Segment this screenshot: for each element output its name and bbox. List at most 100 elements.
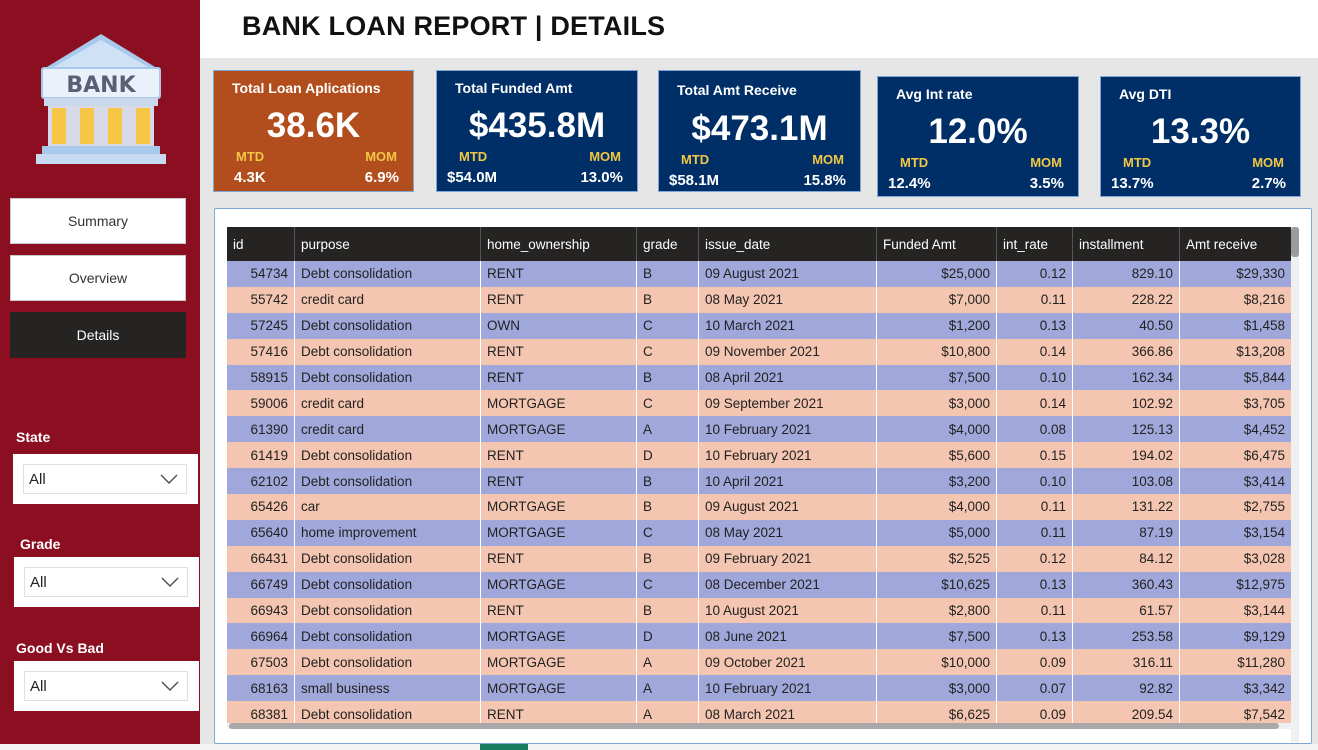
vertical-scrollbar-thumb[interactable] [1291,227,1299,257]
table-row[interactable]: 65640 home improvement MORTGAGE C 08 May 202… [227,519,1291,546]
cell-id: 66943 [227,597,295,624]
cell-funded-amount: $3,000 [877,390,997,417]
column-header-issue-date[interactable]: issue_date [699,227,877,261]
page-title: BANK LOAN REPORT | DETAILS [242,11,666,41]
good-vs-bad-dropdown[interactable]: All [24,671,188,701]
cell-grade: C [637,338,699,365]
cell-installment: 360.43 [1073,571,1180,598]
table-row[interactable]: 58915 Debt consolidation RENT B 08 April 202… [227,364,1291,391]
cell-int-rate: 0.13 [997,312,1073,339]
kpi-mom-value: 3.5% [1029,175,1064,192]
cell-amount-received: $2,755 [1243,499,1285,515]
table-row[interactable]: 61390 credit card MORTGAGE A 10 February 202… [227,416,1291,443]
cell-funded-amount: $7,500 [877,623,997,650]
table-row[interactable]: 62102 Debt consolidation RENT B 10 April 202… [227,468,1291,495]
table-row[interactable]: 67503 Debt consolidation MORTGAGE A 09 Octob… [227,649,1291,676]
grade-dropdown[interactable]: All [24,567,188,597]
column-header-purpose[interactable]: purpose [295,227,481,261]
cell-amount-received: $6,475 [1243,447,1285,463]
kpi-mtd-label: MTD [681,152,710,167]
cell-funded-amount: $10,000 [877,649,997,676]
cell-amount-received: $5,844 [1243,370,1285,385]
cell-installment: 87.19 [1073,519,1180,546]
bank-icon: BANK [36,34,166,164]
column-header-id[interactable]: id [227,227,295,261]
cell-grade: C [637,519,699,546]
column-header-int-rate[interactable]: int_rate [997,227,1073,261]
cell-purpose: Debt consolidation [295,364,481,391]
cell-purpose: Debt consolidation [295,623,481,650]
cell-funded-amount: $4,000 [877,416,997,443]
table-row[interactable]: 54734 Debt consolidation RENT B 09 August 20… [227,261,1291,287]
cell-grade: A [637,675,699,702]
cell-id: 59006 [227,390,295,417]
cell-home-ownership: RENT [481,442,637,469]
cell-int-rate: 0.07 [997,675,1073,702]
column-header-home-ownership[interactable]: home_ownership [481,227,637,261]
kpi-value: 13.3% [1150,112,1251,151]
kpi-total-funded-amount: Total Funded Amt $435.8M MTD MOM $54.0M … [436,70,638,192]
details-nav-label: Details [76,327,120,343]
cell-home-ownership: MORTGAGE [481,416,637,443]
kpi-total-amount-received: Total Amt Receive $473.1M MTD MOM $58.1M… [658,70,861,192]
cell-installment: 92.82 [1073,675,1180,702]
cell-purpose: credit card [295,390,481,417]
state-dropdown[interactable]: All [23,464,187,494]
cell-amount-received: $9,129 [1243,628,1285,644]
cell-int-rate: 0.15 [997,442,1073,469]
table-row[interactable]: 66943 Debt consolidation RENT B 10 August 20… [227,597,1291,624]
cell-grade: A [637,416,699,443]
cell-funded-amount: $2,525 [877,545,997,572]
cell-grade: B [637,261,699,287]
table-row[interactable]: 61419 Debt consolidation RENT D 10 February … [227,442,1291,469]
column-header-installment[interactable]: installment [1073,227,1180,261]
cell-purpose: small business [295,675,481,702]
active-page-tab[interactable] [480,744,528,750]
cell-purpose: home improvement [295,519,481,546]
details-nav-button[interactable]: Details [10,312,186,358]
column-header-funded-amount[interactable]: Funded Amt [877,227,997,261]
cell-issue-date: 08 December 2021 [699,571,877,598]
cell-issue-date: 10 March 2021 [699,312,877,339]
summary-nav-button[interactable]: Summary [10,198,186,244]
cell-grade: B [637,468,699,495]
cell-home-ownership: MORTGAGE [481,675,637,702]
table-row[interactable]: 68163 small business MORTGAGE A 10 February … [227,675,1291,702]
kpi-mtd-value: $54.0M [447,169,498,186]
kpi-total-loan-applications: Total Loan Aplications 38.6K MTD MOM 4.3… [213,70,414,192]
table-row[interactable]: 57245 Debt consolidation OWN C 10 March 2021… [227,312,1291,339]
horizontal-scrollbar-thumb[interactable] [229,723,1279,729]
table-row[interactable]: 66749 Debt consolidation MORTGAGE C 08 Decem… [227,571,1291,598]
kpi-mom-value: 13.0% [580,169,623,186]
horizontal-scrollbar[interactable] [227,723,1291,729]
cell-int-rate: 0.10 [997,468,1073,495]
cell-issue-date: 09 November 2021 [699,338,877,365]
cell-issue-date: 09 August 2021 [699,494,877,520]
vertical-scrollbar[interactable] [1291,227,1299,742]
cell-int-rate: 0.11 [997,286,1073,313]
column-header-grade[interactable]: grade [637,227,699,261]
table-row[interactable]: 55742 credit card RENT B 08 May 2021 $7,000 0.… [227,286,1291,313]
cell-purpose: credit card [295,416,481,443]
cell-issue-date: 08 May 2021 [699,286,877,313]
kpi-mtd-value: 4.3K [234,169,266,186]
cell-home-ownership: RENT [481,286,637,313]
kpi-mom-label: MOM [589,149,621,164]
table-row[interactable]: 57416 Debt consolidation RENT C 09 November … [227,338,1291,365]
cell-issue-date: 08 June 2021 [699,623,877,650]
cell-purpose: Debt consolidation [295,545,481,572]
table-row[interactable]: 59006 credit card MORTGAGE C 09 September 20… [227,390,1291,417]
grade-filter-label: Grade [20,536,61,552]
cell-int-rate: 0.08 [997,416,1073,443]
cell-home-ownership: MORTGAGE [481,390,637,417]
cell-funded-amount: $10,800 [877,338,997,365]
table-row[interactable]: 66964 Debt consolidation MORTGAGE D 08 June … [227,623,1291,650]
cell-issue-date: 09 August 2021 [699,261,877,287]
cell-home-ownership: RENT [481,468,637,495]
table-row[interactable]: 65426 car MORTGAGE B 09 August 2021 $4,000 0.1… [227,494,1291,520]
cell-amount-received: $3,414 [1243,473,1285,489]
kpi-mom-value: 2.7% [1251,175,1286,192]
column-header-amount-received[interactable]: Amt receive [1180,227,1291,261]
table-row[interactable]: 66431 Debt consolidation RENT B 09 February … [227,545,1291,572]
overview-nav-button[interactable]: Overview [10,255,186,301]
